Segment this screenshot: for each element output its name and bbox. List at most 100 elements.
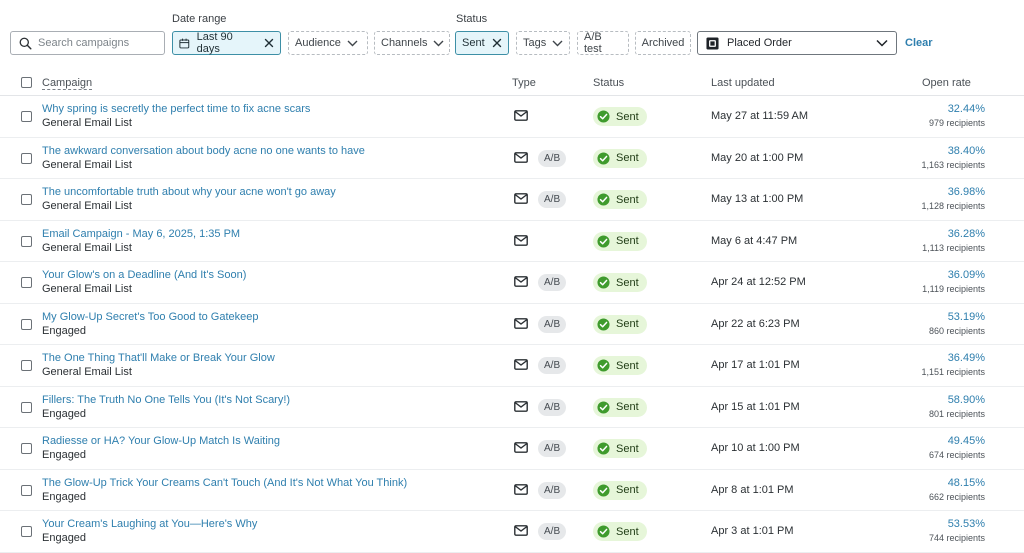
metric-select[interactable]: Placed Order xyxy=(697,31,897,55)
campaign-list-name: Engaged xyxy=(42,490,87,503)
open-rate-value[interactable]: 49.45% xyxy=(948,435,985,447)
status-badge: Sent xyxy=(593,148,647,168)
status-badge-label: Sent xyxy=(616,152,639,164)
row-checkbox[interactable] xyxy=(21,443,32,454)
column-header-status: Status xyxy=(593,77,625,89)
campaign-title-link[interactable]: Fillers: The Truth No One Tells You (It'… xyxy=(42,394,290,406)
date-range-filter[interactable]: Last 90 days xyxy=(172,31,281,55)
last-updated-value: May 6 at 4:47 PM xyxy=(711,234,798,247)
recipients-count: 860 recipients xyxy=(928,325,985,336)
open-rate-value[interactable]: 36.49% xyxy=(948,352,985,364)
open-rate-value[interactable]: 48.15% xyxy=(948,477,985,489)
ab-test-badge: A/B xyxy=(538,523,567,540)
email-icon xyxy=(514,193,528,204)
tags-filter[interactable]: Tags xyxy=(516,31,570,55)
campaign-title-link[interactable]: The One Thing That'll Make or Break Your… xyxy=(42,352,275,364)
search-input[interactable] xyxy=(38,37,158,49)
email-icon xyxy=(514,359,528,370)
audience-filter[interactable]: Audience xyxy=(288,31,368,55)
row-checkbox[interactable] xyxy=(21,360,32,371)
table-row[interactable]: The awkward conversation about body acne… xyxy=(0,138,1024,179)
ab-test-filter[interactable]: A/B test xyxy=(577,31,629,55)
row-checkbox[interactable] xyxy=(21,111,32,122)
recipients-count: 801 recipients xyxy=(928,408,985,419)
chevron-down-icon xyxy=(876,39,888,47)
status-badge: Sent xyxy=(593,190,647,209)
search-box[interactable] xyxy=(10,31,165,55)
row-checkbox[interactable] xyxy=(21,401,32,413)
last-updated-value: May 27 at 11:59 AM xyxy=(711,110,809,122)
recipients-count: 1,128 recipients xyxy=(921,201,985,211)
check-circle-icon xyxy=(597,317,610,331)
row-checkbox[interactable] xyxy=(21,277,32,288)
channels-filter[interactable]: Channels xyxy=(374,31,450,55)
open-rate-value[interactable]: 38.40% xyxy=(948,145,985,157)
row-checkbox[interactable] xyxy=(21,235,32,247)
open-rate-value[interactable]: 36.98% xyxy=(948,186,985,198)
status-badge-label: Sent xyxy=(616,525,639,538)
ab-test-filter-label: A/B test xyxy=(584,31,602,55)
table-row[interactable]: The Glow-Up Trick Your Creams Can't Touc… xyxy=(0,470,1024,511)
close-icon[interactable] xyxy=(492,38,502,48)
table-row[interactable]: The uncomfortable truth about why your a… xyxy=(0,179,1024,221)
open-rate-value[interactable]: 36.28% xyxy=(948,228,985,240)
column-header-campaign[interactable]: Campaign xyxy=(42,77,92,89)
status-badge-label: Sent xyxy=(616,318,639,330)
recipients-count: 744 recipients xyxy=(928,533,985,543)
campaign-title-link[interactable]: Radiesse or HA? Your Glow-Up Match Is Wa… xyxy=(42,435,280,447)
select-all-checkbox[interactable] xyxy=(21,77,32,88)
ab-test-badge: A/B xyxy=(538,440,567,457)
email-icon xyxy=(514,400,528,412)
status-badge: Sent xyxy=(593,231,647,251)
open-rate-value[interactable]: 58.90% xyxy=(948,394,985,406)
campaign-title-link[interactable]: The Glow-Up Trick Your Creams Can't Touc… xyxy=(42,477,407,489)
check-circle-icon xyxy=(597,234,610,248)
row-checkbox[interactable] xyxy=(21,318,32,330)
check-circle-icon xyxy=(597,151,610,165)
column-header-last-updated[interactable]: Last updated xyxy=(711,77,775,89)
campaign-title-link[interactable]: Email Campaign - May 6, 2025, 1:35 PM xyxy=(42,228,240,240)
campaign-list-name: General Email List xyxy=(42,158,132,171)
close-icon[interactable] xyxy=(264,38,274,48)
status-filter[interactable]: Sent xyxy=(455,31,509,55)
archived-filter[interactable]: Archived xyxy=(635,31,691,55)
table-row[interactable]: The One Thing That'll Make or Break Your… xyxy=(0,345,1024,387)
check-circle-icon xyxy=(597,400,610,414)
column-header-open-rate[interactable]: Open rate xyxy=(922,77,971,89)
table-row[interactable]: Fillers: The Truth No One Tells You (It'… xyxy=(0,387,1024,428)
status-badge: Sent xyxy=(593,522,647,541)
table-row[interactable]: Radiesse or HA? Your Glow-Up Match Is Wa… xyxy=(0,428,1024,470)
ab-test-badge: A/B xyxy=(538,357,567,374)
open-rate-value[interactable]: 53.53% xyxy=(948,518,985,530)
check-circle-icon xyxy=(597,525,610,538)
campaign-title-link[interactable]: The awkward conversation about body acne… xyxy=(42,145,365,157)
row-checkbox[interactable] xyxy=(21,152,32,164)
table-row[interactable]: Why spring is secretly the perfect time … xyxy=(0,96,1024,138)
ab-test-badge: A/B xyxy=(538,149,567,167)
recipients-count: 1,113 recipients xyxy=(922,242,985,253)
status-badge-label: Sent xyxy=(616,276,639,289)
clear-filters-link[interactable]: Clear xyxy=(905,37,933,49)
table-row[interactable]: My Glow-Up Secret's Too Good to Gatekeep… xyxy=(0,304,1024,345)
row-checkbox[interactable] xyxy=(21,484,32,496)
row-checkbox[interactable] xyxy=(21,526,32,537)
recipients-count: 1,163 recipients xyxy=(921,159,985,170)
campaign-title-link[interactable]: Your Glow's on a Deadline (And It's Soon… xyxy=(42,269,246,281)
open-rate-value[interactable]: 36.09% xyxy=(948,269,985,281)
recipients-count: 979 recipients xyxy=(928,118,985,128)
table-row[interactable]: Email Campaign - May 6, 2025, 1:35 PM Gen… xyxy=(0,221,1024,262)
campaign-title-link[interactable]: Why spring is secretly the perfect time … xyxy=(42,103,310,115)
recipients-count: 1,119 recipients xyxy=(922,284,985,294)
table-row[interactable]: Your Glow's on a Deadline (And It's Soon… xyxy=(0,262,1024,304)
campaign-title-link[interactable]: My Glow-Up Secret's Too Good to Gatekeep xyxy=(42,311,259,323)
open-rate-value[interactable]: 53.19% xyxy=(948,311,985,323)
last-updated-value: Apr 8 at 1:01 PM xyxy=(711,483,794,496)
chevron-down-icon xyxy=(433,40,444,47)
table-row[interactable]: Your Cream's Laughing at You—Here's Why E… xyxy=(0,511,1024,553)
campaign-title-link[interactable]: Your Cream's Laughing at You—Here's Why xyxy=(42,518,257,530)
ab-test-badge: A/B xyxy=(538,315,567,333)
archived-filter-label: Archived xyxy=(641,37,685,49)
campaign-title-link[interactable]: The uncomfortable truth about why your a… xyxy=(42,186,336,198)
open-rate-value[interactable]: 32.44% xyxy=(948,103,985,115)
row-checkbox[interactable] xyxy=(21,194,32,205)
